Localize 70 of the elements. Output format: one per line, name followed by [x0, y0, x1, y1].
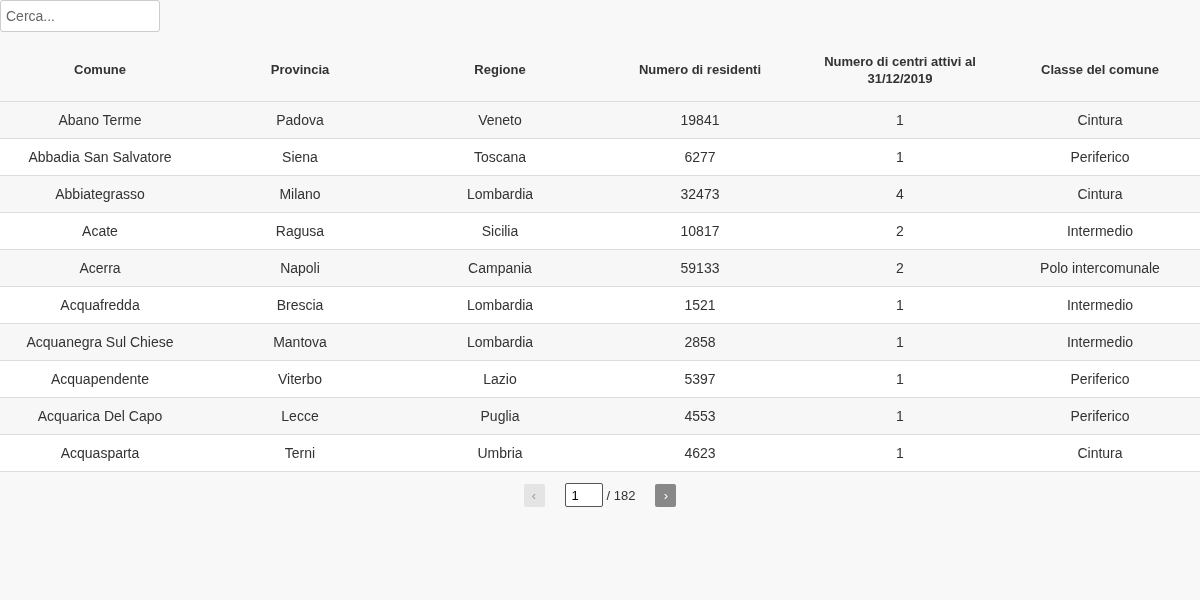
table-cell: 4	[800, 175, 1000, 213]
search-field[interactable]: Cerca...	[0, 0, 160, 32]
table-cell: Periferico	[1000, 397, 1200, 435]
table-cell: Acquasparta	[0, 434, 200, 472]
table-cell: Milano	[200, 175, 400, 213]
table-cell: Toscana	[400, 138, 600, 176]
table-cell: Lecce	[200, 397, 400, 435]
table-cell: 1	[800, 286, 1000, 324]
table-cell: Veneto	[400, 101, 600, 139]
table-cell: Napoli	[200, 249, 400, 287]
table-cell: Siena	[200, 138, 400, 176]
table-cell: Intermedio	[1000, 212, 1200, 250]
table-cell: Abbiategrasso	[0, 175, 200, 213]
table-cell: Acquanegra Sul Chiese	[0, 323, 200, 361]
column-header: Numero di centri attivi al 31/12/2019	[800, 40, 1000, 102]
table-cell: Acquafredda	[0, 286, 200, 324]
column-header: Regione	[400, 40, 600, 102]
table-cell: Intermedio	[1000, 286, 1200, 324]
table-cell: Cintura	[1000, 101, 1200, 139]
column-header: Comune	[0, 40, 200, 102]
table-cell: 1	[800, 323, 1000, 361]
table-cell: 5397	[600, 360, 800, 398]
table-cell: Sicilia	[400, 212, 600, 250]
table-cell: Periferico	[1000, 360, 1200, 398]
table-cell: Acquarica Del Capo	[0, 397, 200, 435]
table-cell: Acerra	[0, 249, 200, 287]
table-cell: 19841	[600, 101, 800, 139]
table-cell: 4623	[600, 434, 800, 472]
table-cell: Lombardia	[400, 175, 600, 213]
table-cell: 10817	[600, 212, 800, 250]
table-cell: 32473	[600, 175, 800, 213]
table-cell: Periferico	[1000, 138, 1200, 176]
table-cell: Lombardia	[400, 286, 600, 324]
table-cell: 4553	[600, 397, 800, 435]
table-cell: Lazio	[400, 360, 600, 398]
table-cell: Ragusa	[200, 212, 400, 250]
table-cell: Cintura	[1000, 175, 1200, 213]
table-cell: Campania	[400, 249, 600, 287]
table-cell: Mantova	[200, 323, 400, 361]
table-cell: 6277	[600, 138, 800, 176]
table-cell: Acate	[0, 212, 200, 250]
table-cell: Lombardia	[400, 323, 600, 361]
table-cell: Puglia	[400, 397, 600, 435]
table-cell: 1	[800, 101, 1000, 139]
table-cell: 1521	[600, 286, 800, 324]
table-cell: 2	[800, 212, 1000, 250]
column-header: Numero di residenti	[600, 40, 800, 102]
table-cell: 2858	[600, 323, 800, 361]
table-cell: 1	[800, 138, 1000, 176]
table-cell: 59133	[600, 249, 800, 287]
table-cell: 2	[800, 249, 1000, 287]
table-cell: Umbria	[400, 434, 600, 472]
column-header: Classe del comune	[1000, 40, 1200, 102]
table-cell: Cintura	[1000, 434, 1200, 472]
table-cell: Polo intercomunale	[1000, 249, 1200, 287]
table-cell: Intermedio	[1000, 323, 1200, 361]
table-cell: Viterbo	[200, 360, 400, 398]
page-number-field[interactable]: 1	[564, 483, 603, 507]
table-cell: 1	[800, 397, 1000, 435]
column-header: Provincia	[200, 40, 400, 102]
table-cell: Abano Terme	[0, 101, 200, 139]
table-cell: Padova	[200, 101, 400, 139]
table-cell: Brescia	[200, 286, 400, 324]
table-cell: Terni	[200, 434, 400, 472]
table-cell: 1	[800, 360, 1000, 398]
table-cell: Abbadia San Salvatore	[0, 138, 200, 176]
table-cell: 1	[800, 434, 1000, 472]
table-cell: Acquapendente	[0, 360, 200, 398]
page-total: / 182	[606, 487, 636, 503]
next-page-button[interactable]: ›	[655, 483, 677, 507]
